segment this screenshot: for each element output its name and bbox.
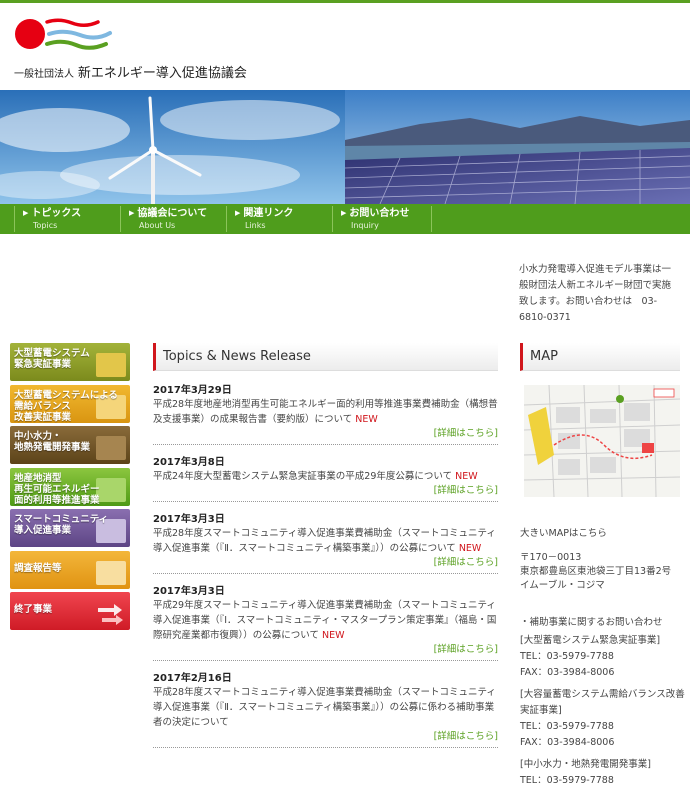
- news-detail-link[interactable]: [詳細はこちら]: [153, 556, 498, 570]
- news-item: 2017年3月3日 平成29年度スマートコミュニティ導入促進事業費補助金（スマー…: [153, 585, 498, 661]
- news-item: 2017年3月29日 平成28年度地産地消型再生可能エネルギー面的利用等推進事業…: [153, 384, 498, 445]
- nav-links-sub: Links: [245, 221, 266, 230]
- map-thumbnail[interactable]: [524, 385, 680, 497]
- banner-label: 終了事業: [14, 604, 53, 615]
- postal-code: 〒170－0013: [520, 552, 582, 563]
- news-list: 2017年3月29日 平成28年度地産地消型再生可能エネルギー面的利用等推進事業…: [153, 384, 498, 759]
- street-address: 東京都豊島区東池袋三丁目13番2号: [520, 566, 672, 577]
- banner-label: 地産地消型 再生可能エネルギー 面的利用等推進事業: [14, 472, 100, 506]
- banner-label: 大型蓄電システム 緊急実証事業: [14, 348, 90, 370]
- building-name: イムーブル・コジマ: [520, 580, 605, 591]
- contact-tel: TEL：03-5979-7788: [520, 775, 614, 786]
- new-badge: NEW: [455, 471, 478, 482]
- contacts-block: ・補助事業に関するお問い合わせ [大型蓄電システム緊急実証事業] TEL：03-…: [520, 615, 685, 788]
- org-title: 新エネルギー導入促進協議会: [77, 66, 247, 81]
- nav-links[interactable]: 関連リンク Links: [226, 206, 331, 232]
- map-heading: MAP: [520, 343, 680, 371]
- news-text: 平成24年度大型蓄電システム緊急実証事業の平成29年度公募について NEW: [153, 471, 478, 482]
- banner-completed-projects[interactable]: 終了事業: [10, 592, 130, 630]
- banner-large-storage-emergency[interactable]: 大型蓄電システム 緊急実証事業: [10, 343, 130, 381]
- banner-storage-balance[interactable]: 大型蓄電システムによる 需給バランス 改善実証事業: [10, 384, 130, 423]
- org-type: 一般社団法人: [14, 69, 74, 80]
- hero-banner-image: [0, 90, 690, 204]
- nav-inquiry-sub: Inquiry: [351, 221, 379, 230]
- new-badge: NEW: [322, 630, 345, 641]
- contact-group-name: [大容量蓄電システム需給バランス改善実証事業]: [520, 689, 685, 716]
- news-item: 2017年3月3日 平成28年度スマートコミュニティ導入促進事業費補助金（スマー…: [153, 513, 498, 574]
- address-block: 〒170－0013 東京都豊島区東池袋三丁目13番2号 イムーブル・コジマ: [520, 551, 685, 593]
- news-date: 2017年3月3日: [153, 586, 225, 597]
- contact-tel: TEL：03-5979-7788: [520, 651, 614, 662]
- topics-heading: Topics & News Release: [153, 343, 498, 371]
- banner-reports[interactable]: 調査報告等: [10, 550, 130, 589]
- top-accent-bar: [0, 0, 690, 3]
- contact-group-name: [大型蓄電システム緊急実証事業]: [520, 635, 661, 646]
- contact-group: [中小水力・地熱発電開発事業] TEL：03-5979-7788: [520, 757, 685, 788]
- contact-fax: FAX：03-3984-8006: [520, 737, 615, 748]
- nav-inquiry-label: お問い合わせ: [341, 206, 431, 221]
- sidebar: 大型蓄電システム 緊急実証事業 大型蓄電システムによる 需給バランス 改善実証事…: [10, 343, 130, 634]
- news-detail-link[interactable]: [詳細はこちら]: [153, 730, 498, 744]
- nav-about-label: 協議会について: [129, 206, 225, 221]
- contact-fax: FAX：03-3984-8006: [520, 667, 615, 678]
- nav-topics-label: トピックス: [23, 206, 119, 221]
- news-item: 2017年3月8日 平成24年度大型蓄電システム緊急実証事業の平成29年度公募に…: [153, 456, 498, 502]
- news-item: 2017年2月16日 平成28年度スマートコミュニティ導入促進事業費補助金（スマ…: [153, 672, 498, 748]
- nav-about[interactable]: 協議会について About Us: [120, 206, 225, 232]
- news-text: 平成29年度スマートコミュニティ導入促進事業費補助金（スマートコミュニティ導入促…: [153, 600, 497, 641]
- news-detail-link[interactable]: [詳細はこちら]: [153, 427, 498, 441]
- org-name: 一般社団法人 新エネルギー導入促進協議会: [14, 62, 247, 81]
- org-logo[interactable]: [14, 16, 114, 52]
- new-badge: NEW: [458, 543, 482, 554]
- news-detail-link[interactable]: [詳細はこちら]: [153, 484, 498, 498]
- banner-label: スマートコミュニティ 導入促進事業: [14, 514, 109, 536]
- large-map-link[interactable]: 大きいMAPはこちら: [520, 525, 607, 539]
- news-date: 2017年3月3日: [153, 514, 225, 525]
- contact-group: [大型蓄電システム緊急実証事業] TEL：03-5979-7788 FAX：03…: [520, 633, 685, 681]
- contact-group: [大容量蓄電システム需給バランス改善実証事業] TEL：03-5979-7788…: [520, 687, 685, 751]
- contacts-intro: ・補助事業に関するお問い合わせ: [520, 617, 663, 628]
- hydro-contact-note: 小水力発電導入促進モデル事業は一般財団法人新エネルギー財団で実施致します。お問い…: [519, 264, 672, 323]
- banner-smart-community[interactable]: スマートコミュニティ 導入促進事業: [10, 509, 130, 547]
- banner-label: 大型蓄電システムによる 需給バランス 改善実証事業: [14, 389, 118, 423]
- news-date: 2017年3月8日: [153, 457, 225, 468]
- news-date: 2017年2月16日: [153, 673, 232, 684]
- news-text: 平成28年度スマートコミュニティ導入促進事業費補助金（スマートコミュニティ導入促…: [153, 528, 496, 554]
- nav-inquiry[interactable]: お問い合わせ Inquiry: [332, 206, 432, 232]
- news-date: 2017年3月29日: [153, 385, 232, 396]
- banner-hydro-geothermal[interactable]: 中小水力・ 地熱発電開発事業: [10, 426, 130, 464]
- news-detail-link[interactable]: [詳細はこちら]: [153, 643, 498, 657]
- contact-group-name: [中小水力・地熱発電開発事業]: [520, 759, 651, 770]
- nav-topics[interactable]: トピックス Topics: [14, 206, 119, 232]
- news-text: 平成28年度地産地消型再生可能エネルギー面的利用等推進事業費補助金（構想普及支援…: [153, 399, 498, 425]
- news-text: 平成28年度スマートコミュニティ導入促進事業費補助金（スマートコミュニティ導入促…: [153, 687, 496, 728]
- banner-label: 中小水力・ 地熱発電開発事業: [14, 431, 91, 453]
- new-badge: NEW: [355, 414, 378, 425]
- global-nav: トピックス Topics 協議会について About Us 関連リンク Link…: [0, 204, 690, 234]
- nav-about-sub: About Us: [139, 221, 176, 230]
- banner-label: 調査報告等: [14, 562, 62, 574]
- banner-local-renewable[interactable]: 地産地消型 再生可能エネルギー 面的利用等推進事業: [10, 467, 130, 506]
- contact-tel: TEL：03-5979-7788: [520, 721, 614, 732]
- nav-topics-sub: Topics: [33, 221, 58, 230]
- nav-links-label: 関連リンク: [235, 206, 331, 221]
